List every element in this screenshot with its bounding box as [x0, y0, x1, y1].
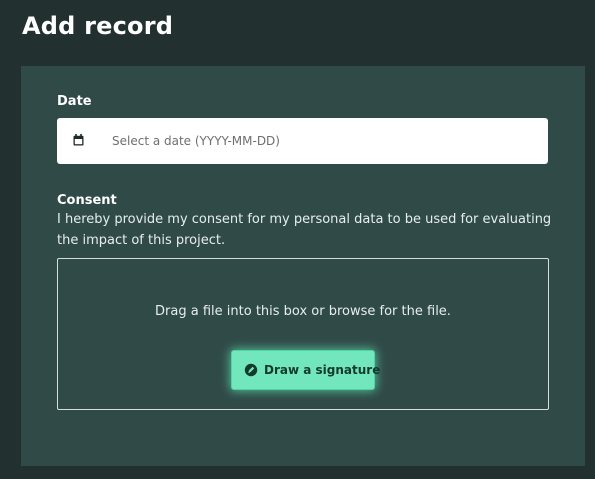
- date-input[interactable]: [112, 118, 532, 164]
- dropzone-instructions: Drag a file into this box or browse for …: [155, 304, 451, 319]
- date-field[interactable]: [57, 118, 548, 164]
- draw-signature-label: Draw a signature: [264, 363, 381, 377]
- draw-signature-button[interactable]: Draw a signature: [231, 350, 380, 390]
- calendar-icon: [73, 134, 84, 146]
- add-record-form: Date Consent I hereby provide my consent…: [21, 66, 585, 466]
- pen-icon: [244, 363, 258, 377]
- consent-label: Consent: [57, 193, 117, 208]
- date-label: Date: [57, 94, 92, 109]
- consent-description: I hereby provide my consent for my perso…: [57, 212, 552, 248]
- page-title: Add record: [22, 12, 174, 40]
- file-dropzone[interactable]: Drag a file into this box or browse for …: [57, 258, 549, 410]
